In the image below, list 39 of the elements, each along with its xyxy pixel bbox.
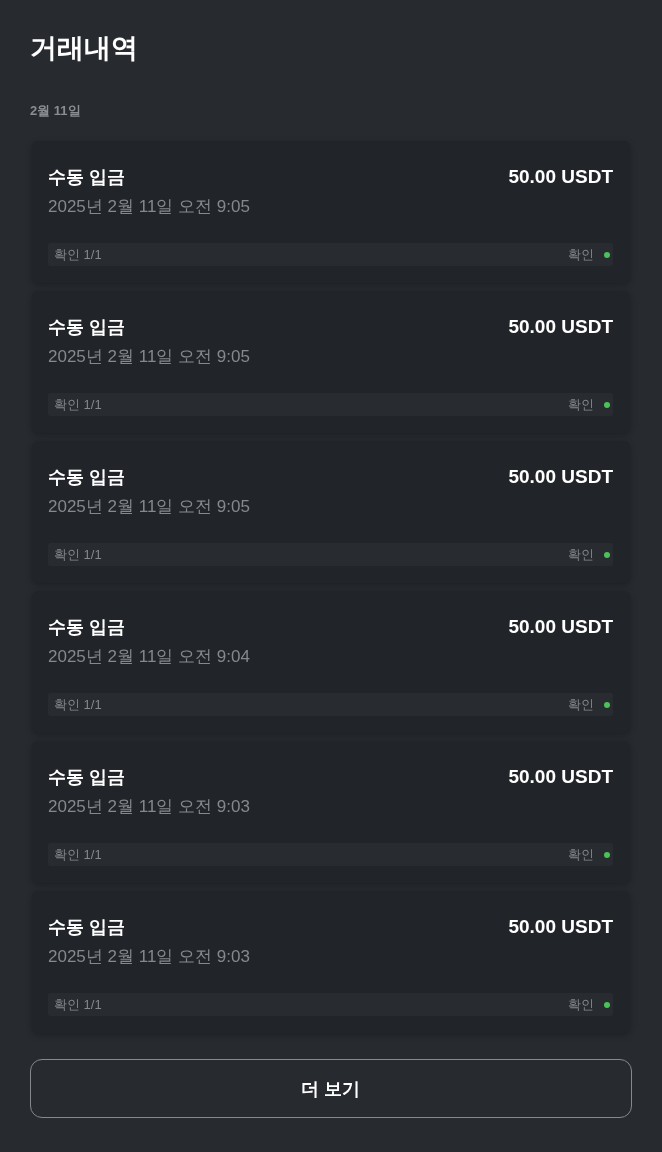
transaction-card[interactable]: 수동 입금 50.00 USDT 2025년 2월 11일 오전 9:04 확인 1/1 확인 [32, 591, 630, 733]
confirmation-count: 확인 1/1 [54, 245, 102, 264]
status-label: 확인 [568, 395, 594, 414]
more-button[interactable]: 더 보기 [30, 1059, 632, 1118]
transaction-amount: 50.00 USDT [508, 915, 613, 939]
confirmation-count: 확인 1/1 [54, 845, 102, 864]
transaction-time: 2025년 2월 11일 오전 9:05 [48, 496, 250, 518]
status-label: 확인 [568, 845, 594, 864]
transaction-type: 수동 입금 [48, 766, 125, 789]
transaction-type: 수동 입금 [48, 916, 125, 939]
status-label: 확인 [568, 245, 594, 264]
status-label: 확인 [568, 695, 594, 714]
transaction-card[interactable]: 수동 입금 50.00 USDT 2025년 2월 11일 오전 9:03 확인 1/1 확인 [32, 891, 630, 1033]
transaction-type: 수동 입금 [48, 166, 125, 189]
transaction-amount: 50.00 USDT [508, 465, 613, 489]
status-label: 확인 [568, 545, 594, 564]
transaction-time: 2025년 2월 11일 오전 9:04 [48, 646, 250, 668]
confirmation-count: 확인 1/1 [54, 545, 102, 564]
transaction-type: 수동 입금 [48, 466, 125, 489]
transaction-card[interactable]: 수동 입금 50.00 USDT 2025년 2월 11일 오전 9:05 확인 1/1 확인 [32, 291, 630, 433]
date-heading: 2월 11일 [30, 102, 81, 120]
confirmation-count: 확인 1/1 [54, 995, 102, 1014]
page-title: 거래내역 [30, 32, 138, 65]
transaction-time: 2025년 2월 11일 오전 9:05 [48, 196, 250, 218]
transaction-amount: 50.00 USDT [508, 615, 613, 639]
transaction-time: 2025년 2월 11일 오전 9:05 [48, 346, 250, 368]
confirmation-count: 확인 1/1 [54, 695, 102, 714]
transaction-type: 수동 입금 [48, 616, 125, 639]
transaction-type: 수동 입금 [48, 316, 125, 339]
transaction-amount: 50.00 USDT [508, 315, 613, 339]
transaction-card[interactable]: 수동 입금 50.00 USDT 2025년 2월 11일 오전 9:05 확인 1/1 확인 [32, 441, 630, 583]
transaction-amount: 50.00 USDT [508, 765, 613, 789]
transaction-card[interactable]: 수동 입금 50.00 USDT 2025년 2월 11일 오전 9:03 확인 1/1 확인 [32, 741, 630, 883]
transaction-time: 2025년 2월 11일 오전 9:03 [48, 946, 250, 968]
transaction-time: 2025년 2월 11일 오전 9:03 [48, 796, 250, 818]
transaction-card[interactable]: 수동 입금 50.00 USDT 2025년 2월 11일 오전 9:05 확인 1/1 확인 [32, 141, 630, 283]
confirmation-count: 확인 1/1 [54, 395, 102, 414]
transaction-amount: 50.00 USDT [508, 165, 613, 189]
status-label: 확인 [568, 995, 594, 1014]
